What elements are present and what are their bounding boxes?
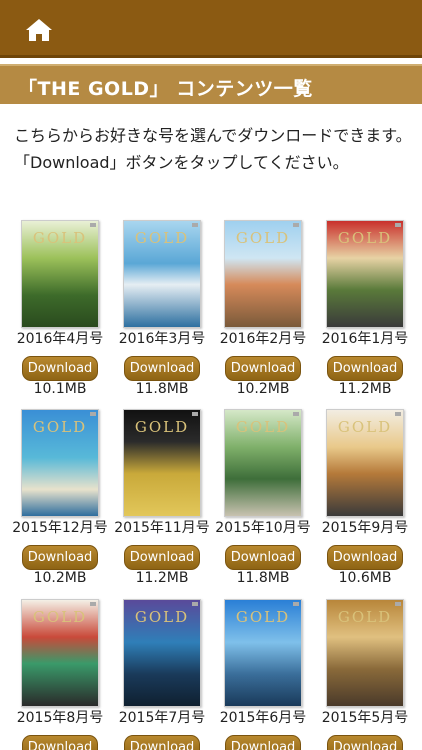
issue-item: GOLD 2015年9月号 Download 10.6MB xyxy=(313,409,417,587)
file-size: 11.8MB xyxy=(236,570,290,586)
issue-label: 2015年12月号 xyxy=(12,520,108,536)
cover-edge xyxy=(395,412,401,416)
cover-masthead: GOLD xyxy=(32,229,88,247)
issue-cover[interactable]: GOLD xyxy=(123,220,201,328)
download-button[interactable]: Download xyxy=(124,735,200,750)
issue-item: GOLD 2015年6月号 Download xyxy=(211,599,315,750)
cover-edge xyxy=(90,223,96,227)
issue-cover[interactable]: GOLD xyxy=(123,599,201,707)
download-button[interactable]: Download xyxy=(124,356,200,381)
download-button[interactable]: Download xyxy=(124,545,200,570)
issue-label: 2016年2月号 xyxy=(219,331,307,347)
issue-label: 2015年9月号 xyxy=(321,520,409,536)
cover-masthead: GOLD xyxy=(134,229,190,247)
cover-masthead: GOLD xyxy=(235,608,291,626)
page-title: 「THE GOLD」 コンテンツ一覧 xyxy=(18,78,313,100)
file-size: 11.8MB xyxy=(135,381,189,397)
file-size: 11.2MB xyxy=(338,381,392,397)
issue-item: GOLD 2016年3月号 Download 11.8MB xyxy=(110,220,214,398)
intro-line-2: 「Download」ボタンをタップしてください。 xyxy=(14,153,349,172)
file-size: 10.2MB xyxy=(236,381,290,397)
issue-cover[interactable]: GOLD xyxy=(224,599,302,707)
issue-item: GOLD 2016年4月号 Download 10.1MB xyxy=(8,220,112,398)
file-size: 10.1MB xyxy=(33,381,87,397)
issue-label: 2015年8月号 xyxy=(16,710,104,726)
issue-cover[interactable]: GOLD xyxy=(123,409,201,517)
issue-item: GOLD 2015年12月号 Download 10.2MB xyxy=(8,409,112,587)
cover-edge xyxy=(293,602,299,606)
home-icon xyxy=(26,19,52,41)
issue-item: GOLD 2016年2月号 Download 10.2MB xyxy=(211,220,315,398)
section-title-band: 「THE GOLD」 コンテンツ一覧 xyxy=(0,64,422,106)
issue-label: 2015年5月号 xyxy=(321,710,409,726)
issue-item: GOLD 2016年1月号 Download 11.2MB xyxy=(313,220,417,398)
download-button[interactable]: Download xyxy=(327,735,403,750)
issue-label: 2016年1月号 xyxy=(321,331,409,347)
cover-edge xyxy=(293,412,299,416)
issue-item: GOLD 2015年5月号 Download xyxy=(313,599,417,750)
cover-masthead: GOLD xyxy=(134,418,190,436)
file-size: 10.6MB xyxy=(338,570,392,586)
download-button[interactable]: Download xyxy=(22,545,98,570)
cover-masthead: GOLD xyxy=(235,418,291,436)
cover-masthead: GOLD xyxy=(337,229,393,247)
cover-masthead: GOLD xyxy=(337,608,393,626)
home-button[interactable] xyxy=(24,16,54,44)
download-button[interactable]: Download xyxy=(22,356,98,381)
cover-edge xyxy=(293,223,299,227)
cover-edge xyxy=(395,223,401,227)
cover-masthead: GOLD xyxy=(32,608,88,626)
cover-masthead: GOLD xyxy=(337,418,393,436)
issue-item: GOLD 2015年8月号 Download xyxy=(8,599,112,750)
issue-label: 2015年11月号 xyxy=(114,520,210,536)
cover-edge xyxy=(90,412,96,416)
cover-masthead: GOLD xyxy=(235,229,291,247)
intro-line-1: こちらからお好きな号を選んでダウンロードできます。 xyxy=(14,126,412,145)
download-button[interactable]: Download xyxy=(22,735,98,750)
cover-masthead: GOLD xyxy=(32,418,88,436)
file-size: 10.2MB xyxy=(33,570,87,586)
issue-label: 2016年3月号 xyxy=(118,331,206,347)
download-button[interactable]: Download xyxy=(327,545,403,570)
download-button[interactable]: Download xyxy=(327,356,403,381)
cover-masthead: GOLD xyxy=(134,608,190,626)
cover-edge xyxy=(192,223,198,227)
issue-item: GOLD 2015年11月号 Download 11.2MB xyxy=(110,409,214,587)
issue-cover[interactable]: GOLD xyxy=(21,599,99,707)
issue-cover[interactable]: GOLD xyxy=(326,409,404,517)
cover-edge xyxy=(192,602,198,606)
download-button[interactable]: Download xyxy=(225,356,301,381)
cover-edge xyxy=(395,602,401,606)
download-button[interactable]: Download xyxy=(225,545,301,570)
issue-cover[interactable]: GOLD xyxy=(21,220,99,328)
issue-cover[interactable]: GOLD xyxy=(326,599,404,707)
issue-cover[interactable]: GOLD xyxy=(326,220,404,328)
cover-edge xyxy=(90,602,96,606)
intro-text: こちらからお好きな号を選んでダウンロードできます。 「Download」ボタンを… xyxy=(14,122,414,176)
issue-cover[interactable]: GOLD xyxy=(224,409,302,517)
issue-label: 2015年6月号 xyxy=(219,710,307,726)
issue-item: GOLD 2015年10月号 Download 11.8MB xyxy=(211,409,315,587)
issue-label: 2015年7月号 xyxy=(118,710,206,726)
issue-label: 2015年10月号 xyxy=(215,520,311,536)
download-button[interactable]: Download xyxy=(225,735,301,750)
issue-item: GOLD 2015年7月号 Download xyxy=(110,599,214,750)
top-bar xyxy=(0,0,422,58)
issue-cover[interactable]: GOLD xyxy=(21,409,99,517)
issue-cover[interactable]: GOLD xyxy=(224,220,302,328)
cover-edge xyxy=(192,412,198,416)
file-size: 11.2MB xyxy=(135,570,189,586)
issue-label: 2016年4月号 xyxy=(16,331,104,347)
